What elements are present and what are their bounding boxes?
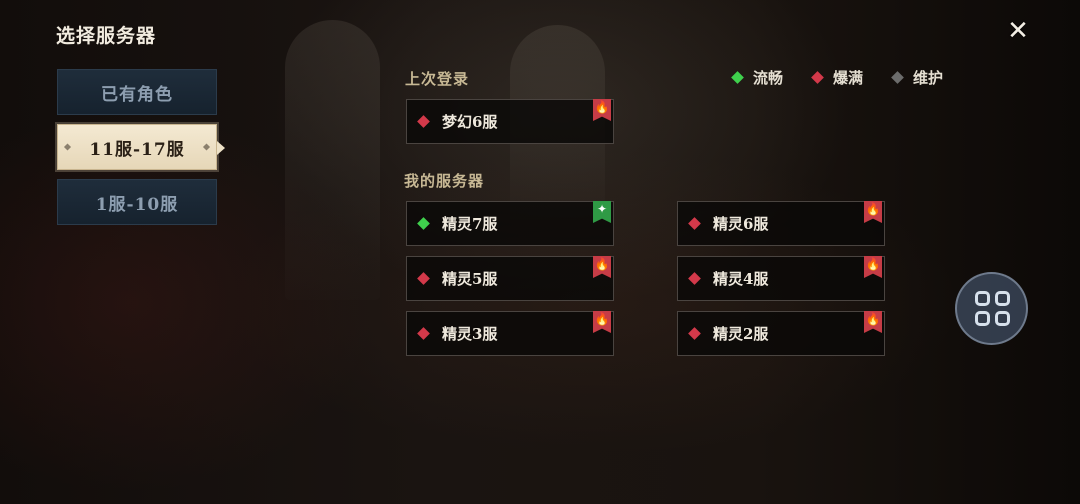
legend-label: 爆满 [833,69,864,87]
tab-label: 11服-17服 [89,139,185,160]
status-legend: 流畅 爆满 维护 [731,67,944,88]
legend-item-maintenance: 维护 [891,67,944,88]
gray-diamond-icon [891,71,904,84]
fire-icon: 🔥 [593,99,611,121]
last-login-heading: 上次登录 [405,70,470,88]
legend-label: 流畅 [753,69,784,87]
fire-icon: 🔥 [864,256,882,278]
fire-icon: 🔥 [593,256,611,278]
server-name: 精灵3服 [442,325,498,343]
tab-label: 1服-10服 [95,194,179,215]
legend-item-full: 爆满 [811,67,864,88]
red-diamond-icon [417,272,430,285]
close-icon[interactable]: ✕ [1006,18,1030,44]
last-login-server-card[interactable]: 梦幻6服 🔥 [406,99,614,144]
tab-label: 已有角色 [101,84,173,105]
server-card[interactable]: 精灵6服 🔥 [677,201,885,246]
server-range-tabs: 已有角色 11服-17服 1服-10服 [57,69,225,234]
tab-servers-1-10[interactable]: 1服-10服 [57,179,217,225]
red-diamond-icon [688,217,701,230]
fire-icon: 🔥 [593,311,611,333]
server-name: 精灵7服 [442,215,498,233]
server-name: 精灵4服 [713,270,769,288]
tab-servers-11-17[interactable]: 11服-17服 [57,124,225,170]
server-name: 精灵5服 [442,270,498,288]
tab-ornament-right [202,143,211,151]
page-title: 选择服务器 [56,25,157,47]
legend-item-smooth: 流畅 [731,67,784,88]
server-card[interactable]: 精灵5服 🔥 [406,256,614,301]
tab-ornament-left [63,143,72,151]
server-card[interactable]: 精灵7服 ✦ [406,201,614,246]
legend-label: 维护 [913,69,944,87]
tab-existing-characters[interactable]: 已有角色 [57,69,217,115]
my-servers-heading: 我的服务器 [404,172,485,190]
server-name: 梦幻6服 [442,113,498,131]
red-diamond-icon [417,115,430,128]
server-name: 精灵2服 [713,325,769,343]
server-card[interactable]: 精灵2服 🔥 [677,311,885,356]
green-diamond-icon [417,217,430,230]
red-diamond-icon [417,327,430,340]
server-card[interactable]: 精灵4服 🔥 [677,256,885,301]
grid-menu-icon[interactable] [955,272,1028,345]
server-card[interactable]: 精灵3服 🔥 [406,311,614,356]
fire-icon: 🔥 [864,201,882,223]
red-diamond-icon [688,272,701,285]
server-name: 精灵6服 [713,215,769,233]
green-diamond-icon [731,71,744,84]
background-window-left [285,20,380,300]
red-diamond-icon [688,327,701,340]
fire-icon: 🔥 [864,311,882,333]
sparkle-icon: ✦ [593,201,611,223]
red-diamond-icon [811,71,824,84]
